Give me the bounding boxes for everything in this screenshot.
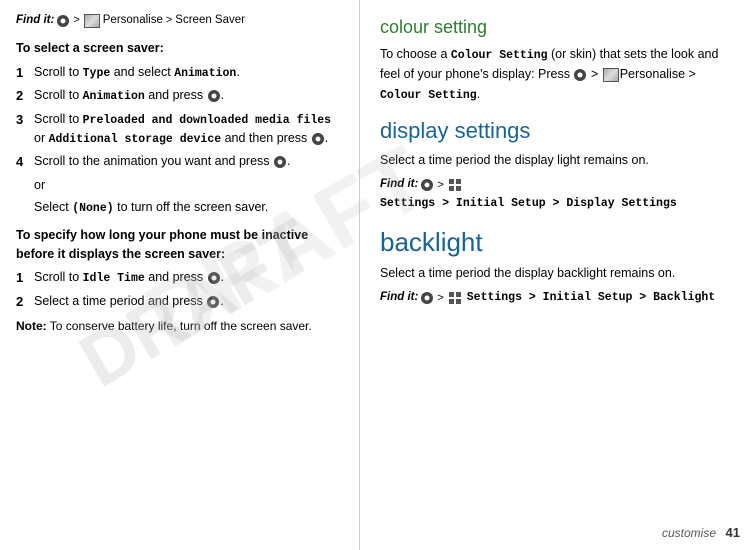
settings-icon-1: [448, 178, 464, 192]
colour-body3-pre: >: [685, 67, 696, 81]
step-num-3: 3: [16, 110, 34, 149]
backlight-path: Settings > Initial Setup > Backlight: [467, 289, 715, 306]
or-line: or: [34, 176, 343, 195]
nav-circle-icon-6: [207, 296, 219, 308]
backlight-find-it: Find it: > Settings > Initial Setup > Ba…: [380, 289, 738, 306]
list-item: 1 Scroll to Type and select Animation.: [16, 63, 343, 83]
step3-additional: Additional storage device: [49, 133, 222, 146]
display-path: Settings > Initial Setup > Display Setti…: [380, 195, 677, 212]
note-text: To conserve battery life, turn off the s…: [50, 319, 312, 333]
settings-icon-2: [448, 291, 464, 305]
find-it-label: Find it:: [16, 12, 54, 29]
step-num-1: 1: [16, 63, 34, 83]
personalise-icon-right: [603, 68, 619, 82]
note-line: Note: To conserve battery life, turn off…: [16, 317, 343, 336]
display-settings-body: Select a time period the display light r…: [380, 151, 738, 170]
step2-num-2: 2: [16, 292, 34, 312]
step-num-4: 4: [16, 152, 34, 172]
none-label: (None): [72, 202, 113, 215]
personalise-label-left: Personalise: [103, 12, 163, 29]
page-label: customise: [662, 524, 716, 542]
nav-circle-right-1: [574, 69, 586, 81]
step2-animation: Animation: [83, 90, 145, 103]
arrow-1: >: [73, 12, 79, 29]
idle-time-label: Idle Time: [83, 272, 145, 285]
step-num-2: 2: [16, 86, 34, 106]
colour-setting-body: To choose a Colour Setting (or skin) tha…: [380, 45, 738, 104]
list-item: 2 Select a time period and press .: [16, 292, 343, 312]
to-specify-heading: To specify how long your phone must be i…: [16, 226, 343, 265]
personalise-icon-left: [84, 14, 100, 28]
nav-circle-right-2: [421, 179, 433, 191]
nav-circle-icon-5: [208, 272, 220, 284]
colour-body1: To choose a: [380, 47, 451, 61]
step-1-content: Scroll to Type and select Animation.: [34, 63, 343, 83]
list-item: 1 Scroll to Idle Time and press .: [16, 268, 343, 288]
personalise-label-right: Personalise: [620, 67, 685, 81]
to-select-heading: To select a screen saver:: [16, 39, 343, 58]
arrow-r1: >: [587, 67, 601, 81]
screen-saver-label: Screen Saver: [175, 12, 245, 29]
step2-1-content: Scroll to Idle Time and press .: [34, 268, 343, 288]
display-settings-title: display settings: [380, 118, 738, 144]
right-column: colour setting To choose a Colour Settin…: [360, 0, 754, 550]
step1-type: Type: [83, 67, 111, 80]
steps-list: 1 Scroll to Type and select Animation. 2…: [16, 63, 343, 172]
or-label: or: [34, 178, 45, 192]
step3-preloaded: Preloaded and downloaded media files: [83, 114, 331, 127]
nav-circle-icon-3: [312, 133, 324, 145]
colour-setting-bold: Colour Setting: [451, 49, 548, 62]
colour-setting-title: colour setting: [380, 16, 738, 39]
nav-circle-icon-4: [274, 156, 286, 168]
step2-2-content: Select a time period and press .: [34, 292, 343, 312]
display-find-it-label: Find it:: [380, 176, 418, 193]
to-specify-text: To specify how long your phone must be i…: [16, 228, 308, 261]
step-3-content: Scroll to Preloaded and downloaded media…: [34, 110, 343, 149]
nav-circle-right-3: [421, 292, 433, 304]
step1-animation: Animation: [174, 67, 236, 80]
backlight-title: backlight: [380, 227, 738, 258]
colour-period: .: [477, 87, 480, 101]
step-4-content: Scroll to the animation you want and pre…: [34, 152, 343, 172]
arrow-r3: >: [437, 290, 443, 307]
left-column: DRAFT Find it: > Personalise > Screen Sa…: [0, 0, 360, 550]
backlight-find-it-label: Find it:: [380, 289, 418, 306]
nav-circle-icon-2: [208, 90, 220, 102]
note-label: Note:: [16, 319, 47, 333]
page-number: 41: [726, 523, 740, 543]
list-item: 2 Scroll to Animation and press .: [16, 86, 343, 106]
arrow-2: >: [166, 12, 172, 29]
list-item: 4 Scroll to the animation you want and p…: [16, 152, 343, 172]
backlight-body: Select a time period the display backlig…: [380, 264, 738, 283]
colour-setting-ref: Colour Setting: [380, 89, 477, 102]
steps2-list: 1 Scroll to Idle Time and press . 2 Sele…: [16, 268, 343, 311]
nav-circle-icon-1: [57, 15, 69, 27]
list-item: 3 Scroll to Preloaded and downloaded med…: [16, 110, 343, 149]
step2-num-1: 1: [16, 268, 34, 288]
select-none-line: Select (None) to turn off the screen sav…: [34, 198, 343, 217]
to-select-text: To select a screen saver: [16, 41, 160, 55]
select-label: Select (None) to turn off the screen sav…: [34, 200, 268, 214]
step-2-content: Scroll to Animation and press .: [34, 86, 343, 106]
arrow-r2: >: [437, 177, 443, 194]
left-find-it: Find it: > Personalise > Screen Saver: [16, 12, 343, 29]
display-find-it: Find it: > Settings > Initial Setup > Di…: [380, 176, 738, 213]
